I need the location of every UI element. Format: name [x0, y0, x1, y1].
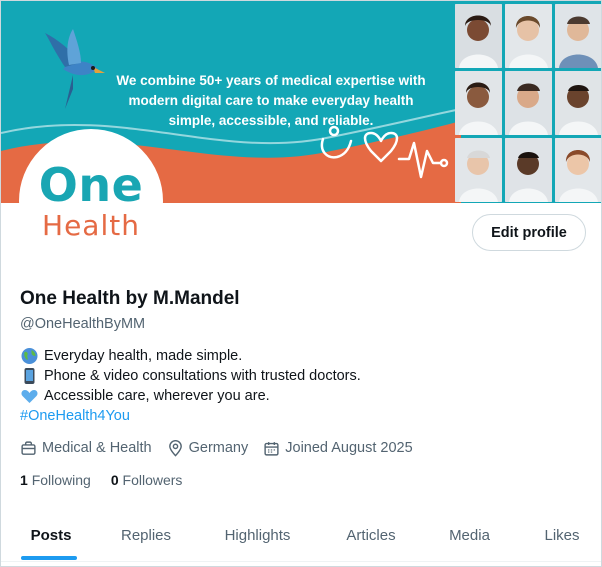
- banner-tagline-line: modern digital care to make everyday hea…: [128, 93, 414, 108]
- edit-profile-button[interactable]: Edit profile: [472, 214, 586, 251]
- tab-label: Highlights: [224, 526, 291, 544]
- user-handle: @OneHealthByMM: [20, 316, 146, 332]
- blue-heart-icon: [21, 390, 38, 403]
- doctor-photo: [505, 138, 552, 202]
- calendar-icon: [264, 441, 279, 456]
- doctor-photo: [455, 138, 502, 202]
- display-name: One Health by M.Mandel: [20, 288, 240, 309]
- follow-stats: 1 Following 0 Followers: [20, 472, 202, 488]
- hashtag-link[interactable]: #OneHealth4You: [20, 406, 130, 426]
- bio-text: Phone & video consultations with trusted…: [44, 368, 361, 384]
- banner-tagline-line: simple, accessible, and reliable.: [168, 113, 374, 128]
- profile-meta: Medical & Health Germany Joined August 2…: [20, 438, 428, 458]
- category-text: Medical & Health: [42, 440, 152, 456]
- tab-likes[interactable]: Likes: [521, 509, 601, 561]
- location-pin-icon: [168, 439, 182, 457]
- following-label: Following: [31, 472, 91, 488]
- profile-bio: Everyday health, made simple. Phone & vi…: [20, 346, 361, 426]
- following-count: 1: [20, 472, 32, 488]
- tab-replies[interactable]: Replies: [101, 509, 191, 561]
- followers-label: Followers: [122, 472, 183, 488]
- avatar-logo-health: Health: [42, 209, 140, 242]
- globe-icon: [21, 348, 38, 364]
- doctor-photo: [505, 4, 552, 68]
- mobile-phone-icon: [24, 368, 35, 384]
- bio-line: Phone & video consultations with trusted…: [20, 366, 361, 386]
- doctor-photo-grid: [455, 4, 601, 202]
- doctor-photo: [555, 138, 601, 202]
- profile-page: We combine 50+ years of medical expertis…: [0, 0, 602, 567]
- active-tab-indicator: [21, 556, 77, 560]
- avatar-logo-one: One: [38, 158, 144, 212]
- bio-text: Everyday health, made simple.: [44, 348, 243, 364]
- bio-line: Accessible care, wherever you are.: [20, 386, 361, 406]
- banner-tagline-line: We combine 50+ years of medical expertis…: [116, 73, 426, 88]
- followers-count: 0: [110, 472, 123, 488]
- following-link[interactable]: 1 Following: [20, 472, 91, 488]
- profile-avatar[interactable]: One Health: [19, 129, 163, 273]
- doctor-photo: [505, 71, 552, 135]
- location-text: Germany: [188, 440, 249, 456]
- bio-text: Accessible care, wherever you are.: [44, 388, 270, 404]
- joined-text: Joined August 2025: [285, 440, 413, 456]
- doctor-photo: [455, 71, 502, 135]
- tab-articles[interactable]: Articles: [324, 509, 418, 561]
- bio-line: Everyday health, made simple.: [20, 346, 361, 366]
- tab-posts[interactable]: Posts: [1, 509, 101, 561]
- doctor-photo: [555, 4, 601, 68]
- tabs-divider: [1, 561, 601, 562]
- meta-category: Medical & Health: [20, 440, 152, 457]
- banner-tagline: We combine 50+ years of medical expertis…: [81, 71, 461, 131]
- doctor-photo: [555, 71, 601, 135]
- tab-label: Posts: [30, 526, 72, 544]
- tab-label: Replies: [120, 526, 172, 544]
- bio-line: #OneHealth4You: [20, 406, 361, 426]
- tab-media[interactable]: Media: [418, 509, 521, 561]
- doctor-photo: [455, 4, 502, 68]
- tab-label: Articles: [346, 526, 396, 544]
- profile-tabs: Posts Replies Highlights Articles Media …: [1, 509, 601, 561]
- tab-label: Media: [449, 526, 490, 544]
- tab-highlights[interactable]: Highlights: [191, 509, 324, 561]
- meta-joined: Joined August 2025: [263, 440, 413, 457]
- briefcase-icon: [21, 440, 36, 455]
- meta-location: Germany: [167, 439, 249, 457]
- tab-label: Likes: [544, 526, 580, 544]
- followers-link[interactable]: 0 Followers: [111, 472, 183, 488]
